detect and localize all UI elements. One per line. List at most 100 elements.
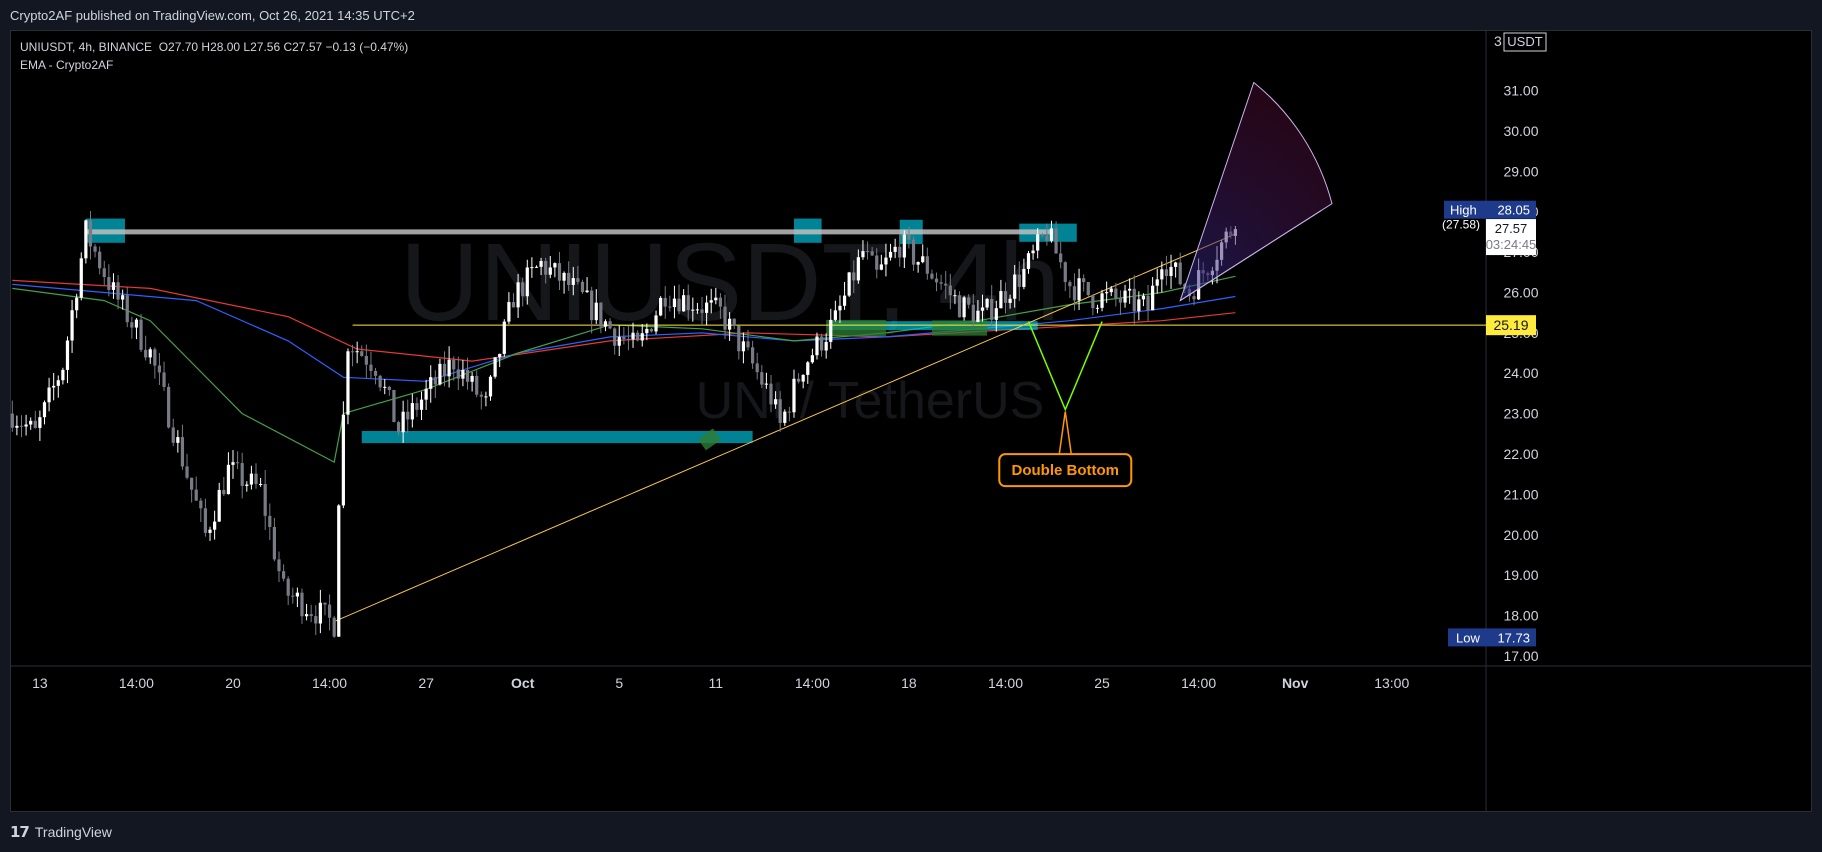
candle-body [258,483,263,485]
candle-body [760,372,764,385]
candle-body [332,617,336,637]
candle-body [387,386,391,390]
candle-body [378,375,382,388]
high-value: 28.05 [1497,203,1530,218]
last-price-value: 27.57 [1495,221,1528,236]
candle-body [636,332,640,341]
candle-body [203,508,208,533]
candle-body [870,251,874,256]
candle-body [10,413,14,428]
candle-body [957,295,962,318]
high-label: High [1450,203,1477,218]
highlight-box [361,430,753,444]
candle-body [461,369,465,379]
candle-body [185,466,189,478]
time-tick-label: 5 [615,675,623,691]
candle-body [153,349,157,366]
candle-body [1169,266,1173,277]
candle-body [893,246,897,252]
candle-body [764,383,769,385]
candle-body [548,267,552,275]
candle-body [98,251,102,269]
candle-body [245,484,249,486]
candle-body [272,526,277,560]
tradingview-brand[interactable]: 𝟭𝟳 TradingView [10,823,112,841]
candle-body [631,332,635,340]
candle-body [47,387,51,403]
price-axis[interactable]: 31.0030.0029.0028.0027.0026.0025.0024.00… [1503,83,1538,664]
candle-body [199,500,203,509]
candle-body [116,282,120,300]
candle-body [1146,295,1150,311]
candle-body [695,309,700,311]
candle-body [516,282,520,308]
candle-body [415,403,419,410]
double-bottom-annotation: Double Bottom [998,453,1133,488]
candle-body [176,437,180,443]
candle-body [144,349,148,358]
candle-body [79,258,83,298]
candle-body [1082,278,1086,283]
candlestick-chart[interactable]: UNIUSDT, 4h UNI / TetherUS Double Bottom… [10,30,1812,812]
candle-body [921,256,925,263]
candle-body [15,425,19,428]
candle-body [930,273,934,279]
time-tick-label: 11 [709,675,724,691]
candle-body [171,427,175,443]
candle-body [488,376,493,397]
candle-body [971,304,975,323]
candle-body [562,272,566,281]
candle-body [479,394,483,397]
candle-body [121,295,125,300]
candle-body [29,420,33,425]
candle-body [875,255,879,270]
candle-body [796,378,801,382]
time-tick-label: 14:00 [312,675,347,691]
candle-body [180,437,185,467]
candle-body [801,374,805,382]
candle-body [842,295,847,306]
candle-body [70,310,74,341]
price-tick-label: 26.00 [1503,284,1538,300]
green-box [931,320,988,336]
time-tick-label: 25 [1094,675,1110,691]
level-price-value: 25.19 [1493,317,1528,333]
candle-body [222,489,226,495]
candle-body [263,483,267,516]
candle-body [967,297,971,305]
candle-body [1160,269,1164,280]
time-tick-label: 14:00 [988,675,1023,691]
price-tick-label: 21.00 [1503,486,1538,502]
candle-body [314,616,318,624]
candle-body [622,336,626,340]
candle-body [654,315,658,332]
candle-body [1105,292,1109,294]
candle-body [953,295,957,297]
candle-body [102,268,106,278]
candle-body [682,295,686,312]
candle-body [824,341,828,351]
candle-body [705,302,709,313]
candle-body [925,256,929,274]
time-tick-label: 18 [901,675,917,691]
candle-body [401,411,405,433]
currency-label: USDT [1507,34,1542,49]
candle-body [723,306,727,330]
candle-body [291,595,295,597]
chart-legend: UNIUSDT, 4h, BINANCE O27.70 H28.00 L27.5… [20,38,408,74]
candle-body [231,462,235,465]
candle-body [304,614,309,617]
candle-body [1036,234,1040,251]
candle-body [962,297,966,318]
candle-body [277,559,281,572]
candle-body [456,369,460,379]
candle-body [819,336,824,351]
candle-body [442,363,447,377]
candle-body [65,340,70,370]
candle-body [677,298,681,312]
time-axis[interactable]: 13 14:00 20 14:00 27 Oct 5 11 14:00 18 14:00 25 14:0… [32,675,1409,691]
candle-body [994,308,998,320]
candle-body [419,399,424,410]
annotation-label: Double Bottom [1012,462,1119,479]
price-tick-label: 29.00 [1503,163,1538,179]
